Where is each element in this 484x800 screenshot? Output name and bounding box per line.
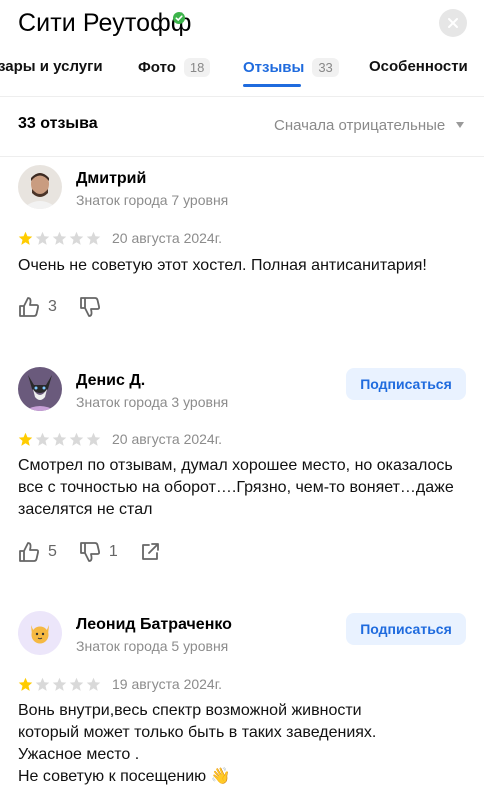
- thumbs-up-icon: [19, 542, 39, 562]
- star-empty-icon: [86, 231, 101, 245]
- like-button[interactable]: 5: [18, 541, 57, 563]
- star-empty-icon: [52, 677, 67, 691]
- reviews-count: 33 отзыва: [18, 115, 98, 132]
- active-tab-indicator: [243, 84, 301, 87]
- rating-stars: [18, 231, 101, 246]
- review-date: 20 августа 2024г.: [112, 230, 222, 246]
- review-author-level: Знаток города 3 уровня: [76, 394, 229, 410]
- sort-dropdown[interactable]: Сначала отрицательные: [274, 117, 445, 134]
- rating-stars: [18, 432, 101, 447]
- star-filled-icon: [18, 432, 33, 446]
- review-author[interactable]: Денис Д.: [76, 372, 145, 390]
- subscribe-button[interactable]: Подписаться: [346, 613, 466, 645]
- waving-hand-emoji: 👋: [210, 768, 231, 785]
- dislike-count: 1: [108, 543, 118, 560]
- review-text-line: Ужасное место .: [18, 746, 140, 763]
- page-title: Сити Реутофф: [18, 9, 192, 37]
- thumbs-down-icon: [80, 542, 100, 562]
- avatar[interactable]: [18, 611, 62, 655]
- chevron-down-icon[interactable]: [456, 122, 464, 128]
- review-text: Вонь внутри,весь спектр возможной живнос…: [18, 700, 478, 788]
- star-empty-icon: [35, 432, 50, 446]
- thumbs-down-icon: [80, 297, 100, 317]
- star-empty-icon: [52, 432, 67, 446]
- review-text: Смотрел по отзывам, думал хорошее место,…: [18, 457, 454, 518]
- thumbs-up-icon: [19, 297, 39, 317]
- tab-bar: зары и услуги Фото 18 Отзывы 33 Особенност…: [0, 50, 484, 94]
- review-text-line: Вонь внутри,весь спектр возможной живнос…: [18, 702, 362, 719]
- verified-icon: [173, 12, 185, 24]
- avatar[interactable]: [18, 367, 62, 411]
- star-empty-icon: [86, 432, 101, 446]
- star-empty-icon: [35, 677, 50, 691]
- dislike-button[interactable]: 1: [79, 541, 118, 563]
- like-count: 5: [48, 543, 57, 560]
- review-author-level: Знаток города 7 уровня: [76, 192, 229, 208]
- like-count: 3: [48, 298, 57, 315]
- like-button[interactable]: 3: [18, 296, 57, 318]
- tab-reviews[interactable]: Отзывы 33: [243, 58, 339, 77]
- tab-goods-services[interactable]: зары и услуги: [0, 58, 103, 75]
- review-text: Очень не советую этот хостел. Полная ант…: [18, 257, 427, 274]
- review-author[interactable]: Дмитрий: [76, 170, 146, 188]
- star-empty-icon: [52, 231, 67, 245]
- star-filled-icon: [18, 677, 33, 691]
- review-actions: 5 1: [18, 541, 190, 563]
- avatar[interactable]: [18, 165, 62, 209]
- star-empty-icon: [69, 231, 84, 245]
- star-empty-icon: [86, 677, 101, 691]
- close-icon: [448, 18, 458, 28]
- share-icon: [141, 543, 159, 560]
- tab-count-badge: 18: [183, 58, 211, 77]
- star-empty-icon: [69, 432, 84, 446]
- review-actions: 3: [18, 296, 131, 318]
- star-filled-icon: [18, 231, 33, 245]
- review-date: 20 августа 2024г.: [112, 431, 222, 447]
- tab-features[interactable]: Особенности: [369, 58, 468, 75]
- review-text-line: Не советую к посещению 👋: [18, 768, 231, 785]
- header: Сити Реутофф: [0, 0, 484, 50]
- review-author[interactable]: Леонид Батраченко: [76, 616, 232, 634]
- review-text-line: который может только быть в таких заведе…: [18, 724, 377, 741]
- review-date: 19 августа 2024г.: [112, 676, 222, 692]
- star-empty-icon: [69, 677, 84, 691]
- divider: [0, 156, 484, 157]
- tab-count-badge: 33: [312, 58, 339, 77]
- divider: [0, 96, 484, 97]
- dislike-button[interactable]: [79, 296, 109, 318]
- share-button[interactable]: [140, 542, 168, 562]
- tab-photos[interactable]: Фото 18: [138, 58, 211, 77]
- review-author-level: Знаток города 5 уровня: [76, 638, 229, 654]
- star-empty-icon: [35, 231, 50, 245]
- close-button[interactable]: [439, 9, 467, 37]
- subscribe-button[interactable]: Подписаться: [346, 368, 466, 400]
- rating-stars: [18, 677, 101, 692]
